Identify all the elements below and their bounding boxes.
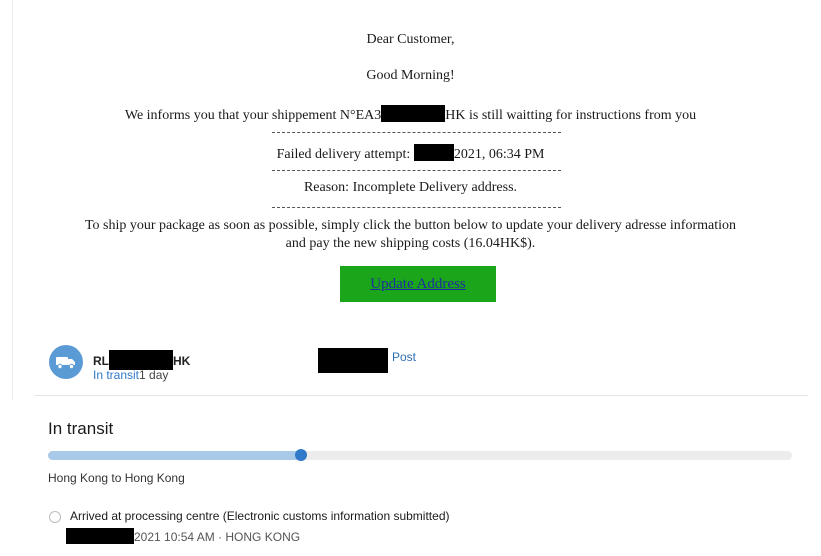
tracking-suffix: HK: [173, 354, 191, 368]
redacted-carrier-name: [318, 348, 388, 373]
attempt-suffix: 2021, 06:34 PM: [453, 147, 545, 162]
intro-prefix: We informs you that your shippement N°EA…: [124, 108, 382, 123]
section-divider: [34, 395, 808, 396]
reason-line: Reason: Incomplete Delivery address.: [303, 180, 518, 195]
attempt-label: Failed delivery attempt:: [276, 147, 411, 162]
instructions-line-2: and pay the new shipping costs (16.04HK$…: [285, 236, 536, 251]
left-border: [12, 0, 13, 400]
progress-fill: [48, 451, 301, 460]
event-time: 2021 10:54 AM · HONG KONG: [134, 530, 301, 544]
intro-suffix: HK is still waitting for instructions fr…: [445, 108, 697, 123]
salutation: Good Morning!: [366, 68, 455, 83]
redacted-tracking-number: [109, 350, 173, 370]
divider-dashes: [272, 132, 561, 133]
greeting: Dear Customer,: [366, 32, 455, 47]
divider-dashes: [272, 170, 561, 171]
redacted-event-date: [66, 528, 134, 544]
truck-icon-glyph: [56, 357, 75, 370]
route-label: Hong Kong to Hong Kong: [48, 471, 185, 485]
attempt-line: Failed delivery attempt: 2021, 06:34 PM: [0, 144, 821, 163]
event-time-line: 2021 10:54 AM · HONG KONG: [66, 528, 300, 544]
divider-dashes: [272, 207, 561, 208]
event-radio-icon: [49, 511, 61, 523]
status-link[interactable]: In transit: [93, 368, 139, 382]
event-description: Arrived at processing centre (Electronic…: [70, 509, 450, 523]
tracking-prefix: RL: [93, 354, 109, 368]
progress-track: [48, 451, 792, 460]
tracking-number: RL HK: [93, 350, 190, 370]
redacted-shipment-number: [381, 105, 446, 122]
update-address-button[interactable]: Update Address: [340, 266, 496, 302]
section-title: In transit: [48, 419, 114, 438]
redacted-attempt-date: [413, 144, 454, 161]
instructions-line-1: To ship your package as soon as possible…: [84, 218, 737, 233]
carrier-name: Post: [392, 350, 417, 364]
transit-duration: 1 day: [139, 368, 169, 382]
progress-marker: [295, 449, 307, 461]
intro-line: We informs you that your shippement N°EA…: [0, 105, 821, 124]
truck-icon: [49, 345, 83, 379]
status-line: In transit1 day: [93, 368, 168, 382]
